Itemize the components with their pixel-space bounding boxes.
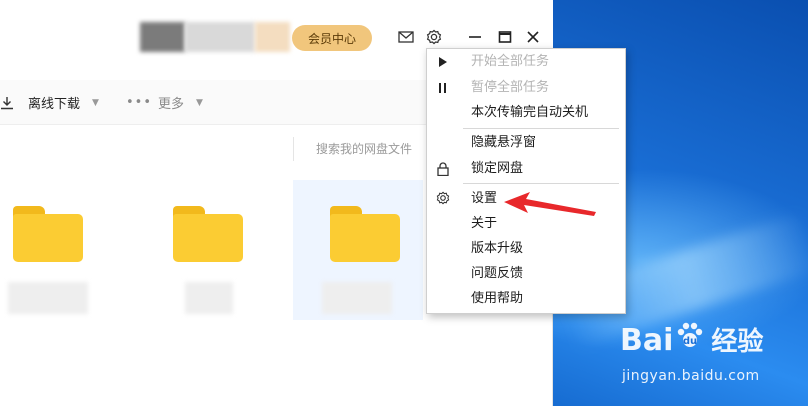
play-icon [434,53,452,71]
menu-item-auto-shutdown[interactable]: 本次传输完自动关机 [471,101,588,125]
blurred-username [185,22,255,52]
minimize-icon[interactable] [462,25,488,49]
chevron-down-icon: ▼ [196,97,203,108]
menu-item-pause-all[interactable]: 暂停全部任务 [471,76,549,100]
maximize-icon[interactable] [492,25,518,49]
blurred-avatar [140,22,185,52]
mail-icon[interactable] [395,26,417,48]
download-icon [1,96,13,109]
folder-icon [330,206,400,262]
blurred-folder-name [8,282,88,314]
watermark-logo: Bai du 经验 [620,320,763,358]
paw-icon: du [678,322,703,347]
menu-item-settings[interactable]: 设置 [471,187,497,211]
blurred-badge [255,22,290,52]
more-label: 更多 [158,97,185,112]
search-input[interactable]: 搜索我的网盘文件 [293,137,433,161]
pause-icon [434,79,452,97]
menu-item-feedback[interactable]: 问题反馈 [471,262,523,286]
menu-item-about[interactable]: 关于 [471,212,497,236]
blurred-folder-name [185,282,233,314]
menu-item-hide-float[interactable]: 隐藏悬浮窗 [471,131,536,155]
folder-icon [13,206,83,262]
more-dots-icon: ••• [126,95,153,110]
more-button[interactable]: ••• 更多 ▼ [126,93,203,112]
menu-item-lock-disk[interactable]: 锁定网盘 [471,157,523,181]
menu-separator [463,128,619,129]
settings-dropdown-menu: 开始全部任务 暂停全部任务 本次传输完自动关机 隐藏悬浮窗 锁定网盘 设置 关于… [426,48,626,314]
gear-icon [434,189,452,207]
offline-download-button[interactable]: 离线下载 ▼ [0,93,99,112]
gear-icon[interactable] [423,26,445,48]
close-icon[interactable] [520,25,546,49]
baidu-jingyan-watermark: Bai du 经验 jingyan.baidu.com [620,320,800,400]
menu-item-start-all[interactable]: 开始全部任务 [471,50,549,74]
lock-icon [434,160,452,178]
offline-download-label: 离线下载 [28,97,81,112]
chevron-down-icon: ▼ [92,97,99,108]
blurred-folder-name [322,282,392,314]
menu-item-help[interactable]: 使用帮助 [471,287,523,311]
member-center-button[interactable]: 会员中心 [292,25,372,51]
watermark-url: jingyan.baidu.com [622,368,760,384]
red-arrow-annotation [504,192,596,216]
menu-item-upgrade[interactable]: 版本升级 [471,237,523,261]
menu-separator [463,183,619,184]
folder-icon [173,206,243,262]
svg-text:du: du [683,336,697,347]
